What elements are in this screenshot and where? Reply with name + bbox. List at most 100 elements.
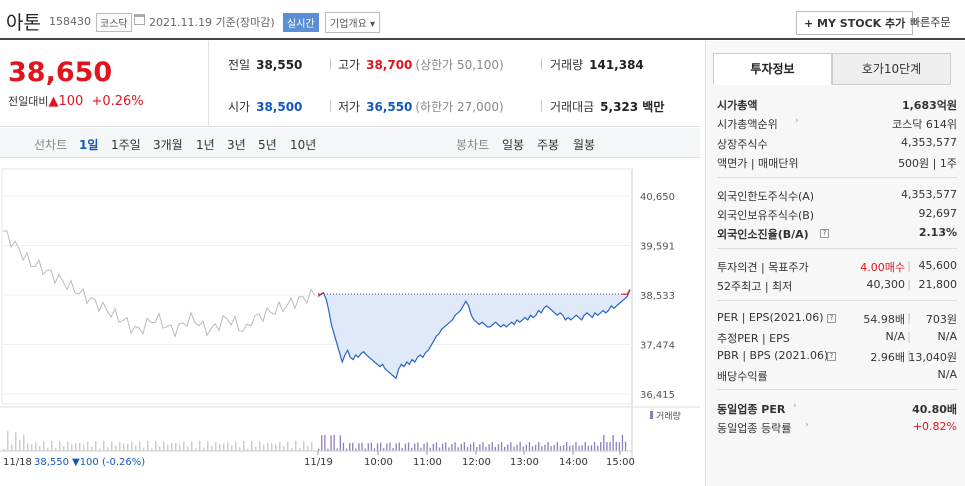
volume-bar bbox=[361, 442, 363, 451]
tab-3year[interactable]: 3년 bbox=[227, 136, 246, 153]
quote-volume: 거래량 141,384 bbox=[550, 56, 644, 73]
volume-bar bbox=[469, 444, 472, 451]
candle-chart-label: 봉차트 bbox=[456, 138, 490, 152]
info-value-a: 4.00매수 bbox=[860, 261, 905, 274]
prev-value: 38,550 bbox=[256, 58, 303, 72]
volume-bar bbox=[321, 435, 323, 451]
volume-bar bbox=[566, 442, 568, 451]
chevron-right-icon[interactable]: › bbox=[795, 116, 799, 126]
volume-bar-prev bbox=[11, 444, 13, 451]
stock-header: 아톤 158430 코스닥 2021.11.19 기준(장마감) 실시간 기업개… bbox=[0, 0, 965, 40]
info-row: PBR | BPS (2021.06)? 2.96배 | 13,040원 bbox=[717, 349, 957, 365]
tab-1day[interactable]: 1일 bbox=[79, 136, 98, 153]
volume-bar-prev bbox=[7, 431, 9, 451]
info-label: 추정PER | EPS bbox=[717, 332, 790, 345]
intraday-chart[interactable]: 40,650 39,591 38,533 37,474 36,415 거래량 11/19 10… bbox=[0, 159, 700, 486]
volume-bar-prev bbox=[231, 445, 233, 451]
volume-bar bbox=[448, 447, 450, 451]
tab-1week[interactable]: 1주일 bbox=[111, 136, 141, 153]
volume-bar bbox=[491, 442, 493, 451]
volume-bar bbox=[435, 442, 438, 451]
tab-3month[interactable]: 3개월 bbox=[153, 136, 183, 153]
volume-bar bbox=[339, 435, 341, 451]
quick-order-button[interactable]: 빠른주문 bbox=[910, 14, 950, 30]
divider bbox=[541, 58, 542, 70]
tab-daily-candle[interactable]: 일봉 bbox=[502, 136, 524, 153]
chevron-right-icon[interactable]: › bbox=[793, 401, 797, 411]
chart-svg: 40,650 39,591 38,533 37,474 36,415 거래량 11/19 10… bbox=[0, 168, 700, 468]
calendar-icon bbox=[134, 14, 145, 25]
chevron-right-icon[interactable]: › bbox=[805, 420, 809, 430]
x-tick-label: 15:00 bbox=[606, 457, 635, 468]
info-value: +0.82% bbox=[912, 420, 957, 433]
volume-bar-prev bbox=[235, 441, 237, 451]
info-label: 배당수익률 bbox=[717, 370, 768, 383]
info-value-a: 2.96배 bbox=[870, 351, 905, 364]
volume-legend-label: 거래량 bbox=[656, 410, 681, 422]
volume-bar-prev bbox=[19, 440, 21, 451]
volume-bar bbox=[606, 442, 608, 451]
volume-bar-prev bbox=[203, 447, 205, 451]
tab-10year[interactable]: 10년 bbox=[290, 136, 316, 153]
tab-invest-info[interactable]: 투자정보 bbox=[713, 53, 832, 85]
divider bbox=[717, 300, 957, 301]
company-info-dropdown[interactable]: 기업개요 ▾ bbox=[325, 12, 380, 33]
volume-bar bbox=[429, 447, 431, 451]
volume-bar bbox=[612, 435, 614, 451]
volume-bar-prev bbox=[183, 441, 185, 451]
volume-bar bbox=[479, 444, 481, 451]
volume-bar-prev bbox=[79, 442, 81, 451]
volume-bar bbox=[584, 442, 586, 451]
volume-bar-prev bbox=[103, 441, 105, 451]
volume-bar bbox=[547, 442, 549, 451]
volume-bar bbox=[535, 444, 537, 451]
volume-bar-prev bbox=[111, 441, 113, 451]
volume-bar bbox=[593, 442, 596, 451]
volume-bar bbox=[473, 442, 475, 451]
divider bbox=[717, 248, 957, 249]
volume-bar-prev bbox=[131, 442, 133, 451]
volume-bar-prev bbox=[123, 443, 125, 451]
divider: | bbox=[907, 311, 911, 324]
add-mystock-button[interactable]: + MY STOCK 추가 bbox=[796, 11, 914, 35]
divider bbox=[330, 58, 331, 70]
line-chart-label: 선차트 bbox=[34, 138, 68, 152]
volume-bar bbox=[531, 446, 534, 451]
info-value: 4,353,577 bbox=[901, 188, 957, 201]
info-row: PER | EPS(2021.06)? 54.98배 | 703원 bbox=[717, 311, 957, 327]
volume-bar bbox=[528, 442, 531, 451]
volume-bar bbox=[380, 442, 382, 451]
info-value: 92,697 bbox=[918, 207, 958, 220]
volume-bar bbox=[417, 442, 419, 451]
help-icon[interactable]: ? bbox=[820, 229, 829, 238]
info-value: 1,683억원 bbox=[901, 99, 957, 112]
volume-bar-prev bbox=[223, 443, 225, 451]
volume-bar-prev bbox=[155, 441, 157, 451]
help-icon[interactable]: ? bbox=[827, 352, 836, 361]
volume-bar bbox=[457, 447, 459, 451]
tab-orderbook-10[interactable]: 호가10단계 bbox=[832, 53, 951, 85]
volume-bar bbox=[522, 446, 524, 451]
plot-frame bbox=[1, 168, 633, 405]
volume-bar-prev bbox=[31, 444, 33, 451]
realtime-badge[interactable]: 실시간 bbox=[283, 13, 319, 32]
change-label: 전일대비 bbox=[8, 95, 49, 108]
volume-bar-prev bbox=[139, 441, 141, 451]
volume-bar bbox=[541, 446, 543, 451]
volume-bar bbox=[488, 444, 490, 451]
info-value: 40.80배 bbox=[912, 403, 957, 416]
tab-1year[interactable]: 1년 bbox=[196, 136, 215, 153]
volume-bar bbox=[423, 443, 425, 451]
tab-monthly-candle[interactable]: 월봉 bbox=[573, 136, 595, 153]
tab-5year[interactable]: 5년 bbox=[258, 136, 277, 153]
help-icon[interactable]: ? bbox=[827, 314, 836, 323]
volume-bar bbox=[482, 442, 484, 451]
change-rate: +0.26% bbox=[91, 94, 144, 109]
tab-weekly-candle[interactable]: 주봉 bbox=[537, 136, 559, 153]
volume-legend-swatch bbox=[650, 411, 653, 419]
volume-value: 141,384 bbox=[589, 58, 644, 72]
info-label: 외국인보유주식수(B) bbox=[717, 209, 815, 222]
price-change: 전일대비▲100 +0.26% bbox=[8, 93, 144, 109]
volume-bar bbox=[504, 446, 506, 451]
volume-bar bbox=[587, 445, 589, 451]
